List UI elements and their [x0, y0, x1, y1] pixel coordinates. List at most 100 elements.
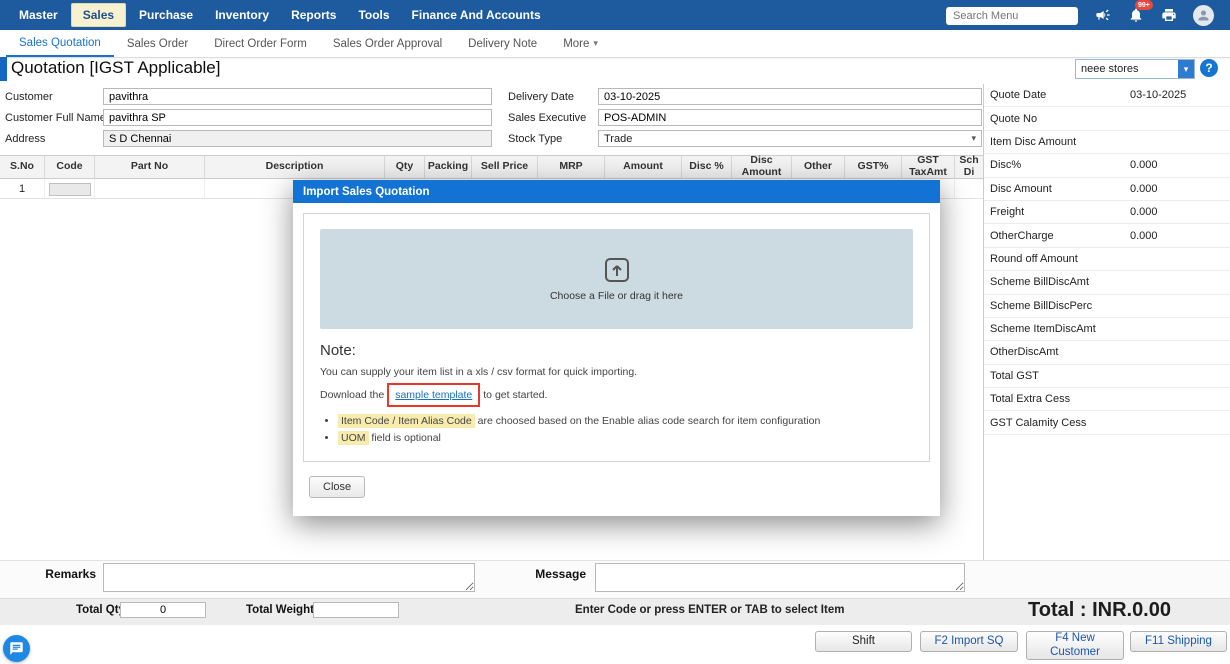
search-input[interactable] [946, 7, 1078, 25]
summary-row-item-disc-amount: Item Disc Amount [984, 131, 1230, 154]
tab-sales-order[interactable]: Sales Order [114, 30, 201, 57]
summary-row-gst-calamity-cess: GST Calamity Cess [984, 411, 1230, 434]
row-sno: 1 [0, 180, 45, 198]
nav-reports[interactable]: Reports [280, 0, 347, 30]
stock-type-select[interactable]: Trade ▾ [598, 130, 982, 147]
remarks-textarea[interactable] [103, 563, 475, 592]
tab-more[interactable]: More▾ [550, 30, 611, 57]
app-window: Master Sales Purchase Inventory Reports … [0, 0, 1230, 664]
stock-type-value: Trade [604, 133, 632, 145]
message-textarea[interactable] [595, 563, 965, 592]
tab-delivery-note[interactable]: Delivery Note [455, 30, 550, 57]
sales-executive-label: Sales Executive [508, 112, 586, 124]
delivery-date-field[interactable] [598, 88, 982, 105]
summary-label: Item Disc Amount [990, 136, 1130, 148]
customer-field[interactable] [103, 88, 492, 105]
modal-body: Choose a File or drag it here Note: You … [293, 203, 940, 516]
note-title: Note: [320, 342, 913, 359]
store-dropdown-icon[interactable]: ▾ [1178, 60, 1194, 78]
summary-value: 0.000 [1130, 230, 1230, 242]
help-icon[interactable]: ? [1200, 59, 1218, 77]
tab-direct-order-form[interactable]: Direct Order Form [201, 30, 320, 57]
remarks-label: Remarks [28, 567, 96, 581]
row-part-no [95, 180, 205, 198]
notification-badge: 99+ [1135, 0, 1153, 10]
file-dropzone[interactable]: Choose a File or drag it here [320, 229, 913, 329]
summary-row-disc-amount: Disc Amount0.000 [984, 178, 1230, 201]
customer-label: Customer [5, 91, 53, 103]
summary-row-freight: Freight0.000 [984, 201, 1230, 224]
col-amount: Amount [605, 156, 682, 178]
note-line1: You can supply your item list in a xls /… [320, 366, 913, 378]
bullet1-text: are choosed based on the Enable alias co… [478, 415, 821, 427]
import-sales-quotation-modal: Import Sales Quotation Choose a File or … [293, 180, 940, 516]
summary-label: Scheme BillDiscPerc [990, 300, 1130, 312]
f4-new-customer-button[interactable]: F4 New Customer [1026, 631, 1124, 660]
bullet2-text: field is optional [371, 432, 440, 444]
nav-tools[interactable]: Tools [347, 0, 400, 30]
annotation-highlight-box: sample template [387, 383, 480, 407]
sample-template-link[interactable]: sample template [395, 389, 472, 401]
col-sno: S.No [0, 156, 45, 178]
col-mrp: MRP [538, 156, 605, 178]
chat-widget-icon[interactable] [3, 635, 30, 662]
summary-label: OtherDiscAmt [990, 346, 1130, 358]
summary-label: Scheme ItemDiscAmt [990, 323, 1130, 335]
col-gst-taxamt: GST TaxAmt [902, 156, 955, 178]
f11-shipping-button[interactable]: F11 Shipping [1130, 631, 1227, 652]
row-code-cell [45, 180, 95, 198]
note-line2-prefix: Download the [320, 389, 384, 401]
upload-icon [604, 257, 630, 283]
message-label: Message [524, 567, 586, 581]
summary-label: Disc Amount [990, 183, 1130, 195]
page-title: Quotation [IGST Applicable] [11, 58, 220, 78]
modal-inner-panel: Choose a File or drag it here Note: You … [303, 213, 930, 462]
nav-sales[interactable]: Sales [71, 3, 126, 27]
address-field[interactable] [103, 130, 492, 147]
bullet-uom: UOM field is optional [338, 432, 913, 444]
summary-label: Total GST [990, 370, 1130, 382]
store-selector-value: neee stores [1076, 63, 1178, 75]
summary-row-quote-no: Quote No [984, 107, 1230, 130]
nav-finance-and-accounts[interactable]: Finance And Accounts [401, 0, 552, 30]
note-line2-suffix: to get started. [483, 389, 547, 401]
item-code-input[interactable] [49, 183, 91, 196]
sales-executive-field[interactable] [598, 109, 982, 126]
tab-sales-quotation[interactable]: Sales Quotation [6, 30, 114, 57]
summary-label: Disc% [990, 159, 1130, 171]
close-button[interactable]: Close [309, 476, 365, 498]
store-selector[interactable]: neee stores ▾ [1075, 59, 1195, 79]
note-line2: Download the sample template to get starte… [320, 383, 913, 407]
summary-row-round-off: Round off Amount [984, 248, 1230, 271]
enter-code-hint: Enter Code or press ENTER or TAB to sele… [575, 604, 844, 616]
bullet1-highlight: Item Code / Item Alias Code [338, 414, 475, 428]
f2-import-sq-button[interactable]: F2 Import SQ [920, 631, 1018, 652]
nav-inventory[interactable]: Inventory [204, 0, 280, 30]
col-packing: Packing [425, 156, 472, 178]
summary-row-total-gst: Total GST [984, 365, 1230, 388]
nav-purchase[interactable]: Purchase [128, 0, 204, 30]
summary-label: OtherCharge [990, 230, 1130, 242]
nav-master[interactable]: Master [8, 0, 69, 30]
summary-row-total-extra-cess: Total Extra Cess [984, 388, 1230, 411]
customer-full-name-field[interactable] [103, 109, 492, 126]
summary-value: 0.000 [1130, 159, 1230, 171]
announcement-icon[interactable] [1094, 6, 1112, 24]
sales-subnav: Sales Quotation Sales Order Direct Order… [0, 30, 1230, 58]
notifications-bell-icon[interactable]: 99+ [1127, 6, 1145, 24]
summary-label: GST Calamity Cess [990, 417, 1130, 429]
col-sch-disc: Sch Di [955, 156, 983, 178]
total-weight-input[interactable] [313, 602, 399, 618]
summary-label: Quote No [990, 113, 1130, 125]
user-avatar[interactable] [1193, 5, 1214, 26]
shift-button[interactable]: Shift [815, 631, 912, 652]
summary-row-otherdiscamt: OtherDiscAmt [984, 341, 1230, 364]
total-qty-input[interactable] [120, 602, 206, 618]
tab-sales-order-approval[interactable]: Sales Order Approval [320, 30, 455, 57]
total-weight-label: Total Weight [246, 604, 314, 616]
note-bullets: Item Code / Item Alias Code are choosed … [338, 415, 913, 444]
printer-icon[interactable] [1160, 6, 1178, 24]
col-disc-pct: Disc % [682, 156, 732, 178]
items-table-header: S.No Code Part No Description Qty Packin… [0, 155, 983, 179]
modal-title: Import Sales Quotation [293, 180, 940, 203]
